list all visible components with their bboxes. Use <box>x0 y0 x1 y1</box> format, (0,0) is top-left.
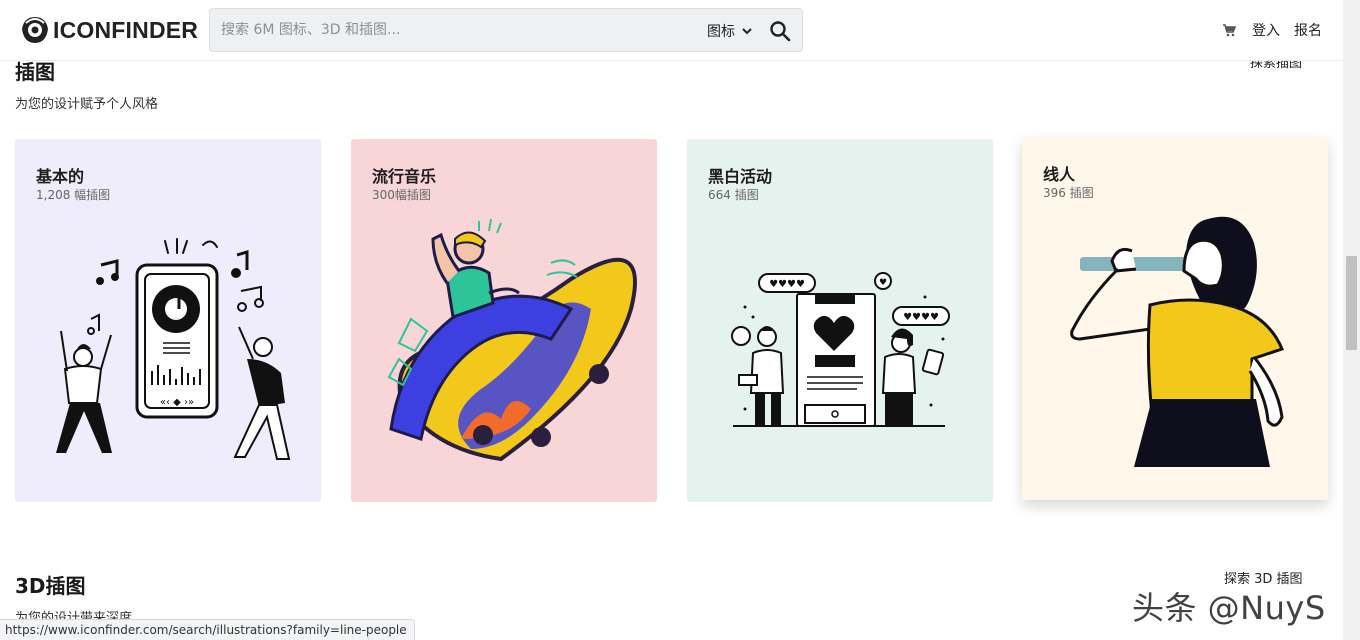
link-status-bar: https://www.iconfinder.com/search/illust… <box>0 619 415 640</box>
svg-text:♥: ♥ <box>879 278 887 288</box>
basic-illustration: «‹ ◆ ›» <box>56 238 291 460</box>
search-icon[interactable] <box>768 19 792 43</box>
search-bar: 图标 <box>209 8 803 52</box>
bw-activity-illustration: ♥♥♥♥ ♥♥♥♥ ♥ <box>731 272 950 427</box>
logo-text: ICONFINDER <box>53 16 199 43</box>
card-title: 流行音乐 <box>372 167 437 186</box>
page: 插图 探索插图 为您的设计赋予个人风格 基本的 1,208 幅插图 «‹ ◆ ›… <box>0 0 1360 640</box>
line-people-illustration <box>1070 216 1284 467</box>
cart-button[interactable] <box>1222 19 1236 41</box>
search-type-dropdown[interactable]: 图标 <box>707 21 752 41</box>
card-count: 664 插图 <box>708 188 759 202</box>
signup-link[interactable]: 报名 <box>1294 19 1322 41</box>
card-count: 300幅插图 <box>372 188 431 202</box>
search-type-label: 图标 <box>707 24 735 40</box>
cart-icon <box>1223 24 1236 37</box>
card-count: 1,208 幅插图 <box>36 188 111 202</box>
scrollbar-thumb[interactable] <box>1346 256 1357 350</box>
pop-illustration <box>387 218 637 462</box>
svg-text:♥♥♥♥: ♥♥♥♥ <box>903 312 939 323</box>
card-title: 基本的 <box>36 167 85 186</box>
illustrations-subtitle: 为您的设计赋予个人风格 <box>15 97 159 112</box>
card-basic[interactable]: 基本的 1,208 幅插图 «‹ ◆ ›» <box>15 139 321 502</box>
watermark: 头条 @NuyS <box>1132 589 1326 627</box>
card-bw-activity[interactable]: 黑白活动 664 插图 ♥♥♥♥ ♥♥♥♥ ♥ <box>687 139 993 502</box>
search-input[interactable] <box>210 9 680 51</box>
card-line-people[interactable]: 线人 396 插图 <box>1022 137 1328 500</box>
card-pop[interactable]: 流行音乐 300幅插图 <box>351 139 657 502</box>
chevron-down-icon <box>742 27 752 34</box>
login-link[interactable]: 登入 <box>1252 19 1280 41</box>
3d-title: 3D插图 <box>15 574 86 598</box>
card-title: 线人 <box>1043 165 1076 184</box>
iconfinder-logo-icon <box>22 17 48 43</box>
card-count: 396 插图 <box>1043 186 1094 200</box>
card-title: 黑白活动 <box>708 167 773 186</box>
svg-text:«‹ ◆ ›»: «‹ ◆ ›» <box>160 397 194 408</box>
logo[interactable]: ICONFINDER <box>20 14 198 46</box>
top-navbar: ICONFINDER 图标 登入 报名 <box>0 0 1343 61</box>
svg-text:♥♥♥♥: ♥♥♥♥ <box>769 279 805 290</box>
